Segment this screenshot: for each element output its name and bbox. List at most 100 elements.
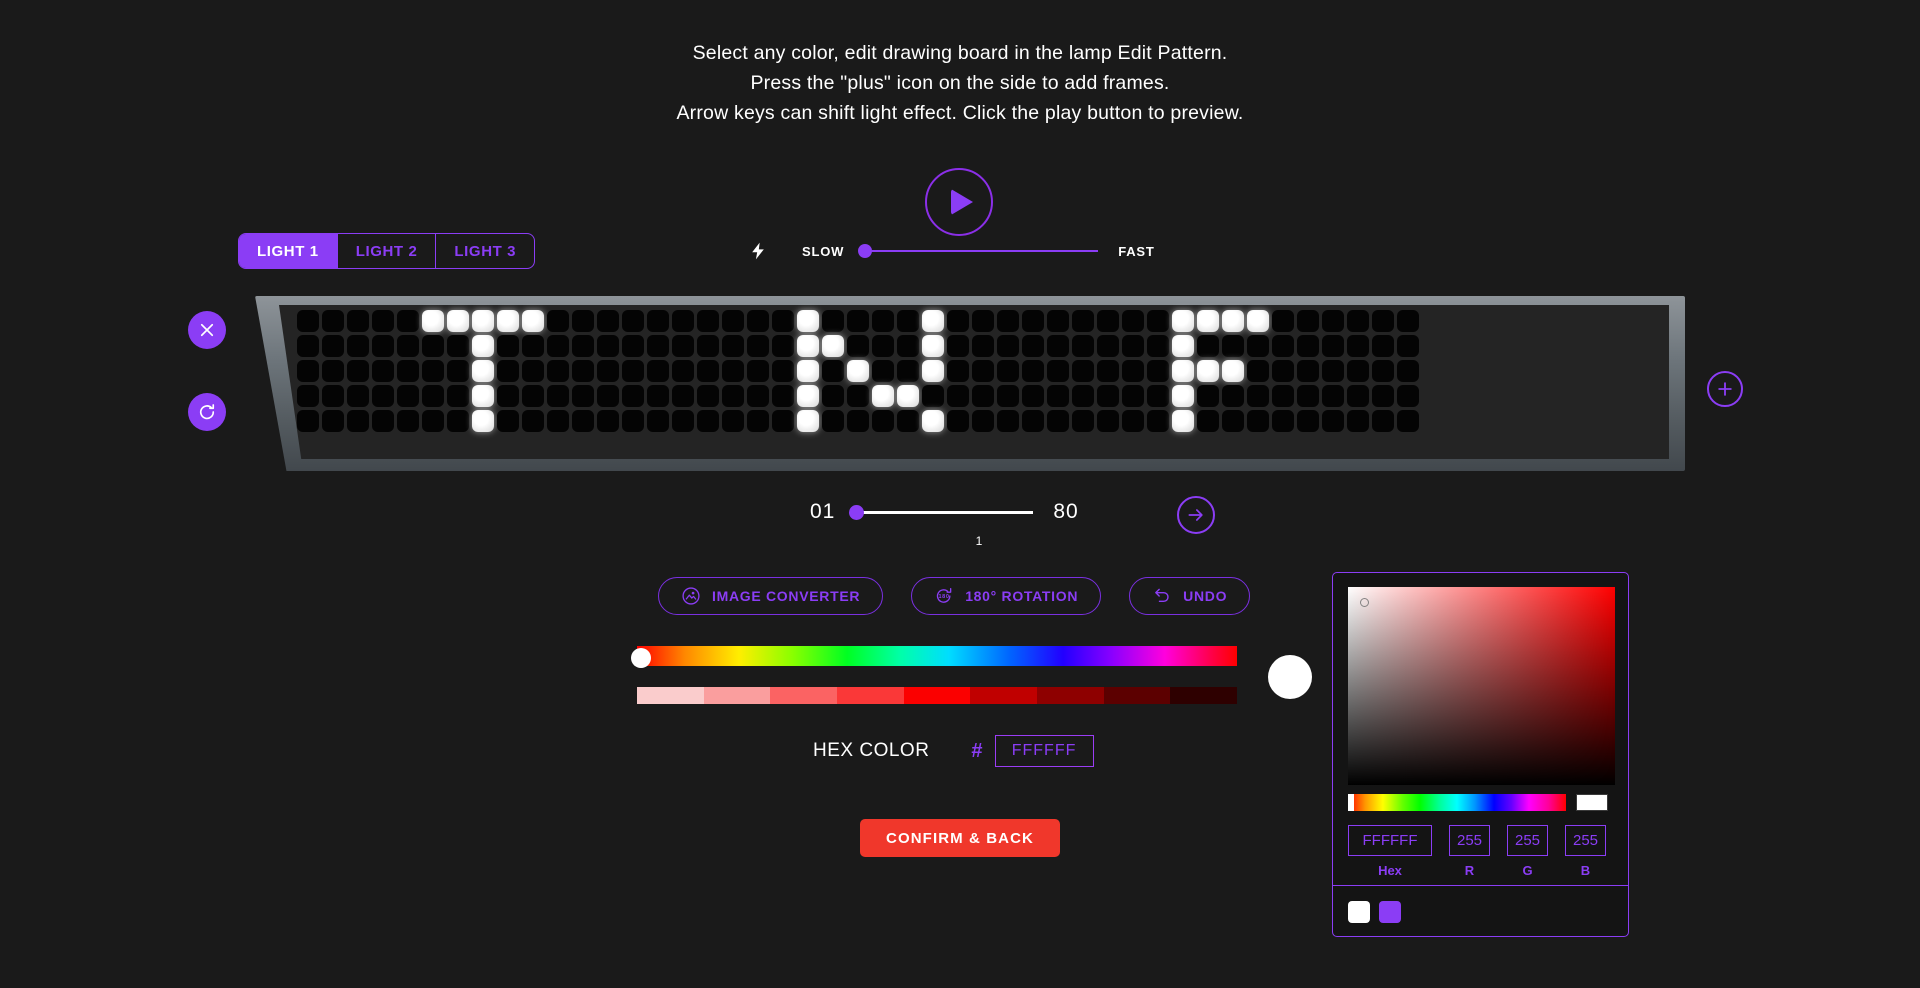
led-cell[interactable] — [1347, 410, 1369, 432]
led-cell[interactable] — [872, 335, 894, 357]
led-cell[interactable] — [397, 310, 419, 332]
led-cell[interactable] — [1197, 410, 1219, 432]
speed-slider-track[interactable] — [858, 244, 1099, 258]
led-cell[interactable] — [1172, 335, 1194, 357]
play-button[interactable] — [925, 168, 993, 236]
led-cell[interactable] — [572, 360, 594, 382]
led-cell[interactable] — [1297, 360, 1319, 382]
led-cell[interactable] — [472, 310, 494, 332]
led-cell[interactable] — [772, 310, 794, 332]
led-cell[interactable] — [897, 360, 919, 382]
led-cell[interactable] — [972, 410, 994, 432]
led-cell[interactable] — [422, 385, 444, 407]
rotation-180-button[interactable]: 180 180° ROTATION — [911, 577, 1102, 615]
led-cell[interactable] — [472, 385, 494, 407]
led-cell[interactable] — [772, 410, 794, 432]
led-cell[interactable] — [997, 385, 1019, 407]
led-cell[interactable] — [322, 310, 344, 332]
led-cell[interactable] — [1147, 310, 1169, 332]
led-cell[interactable] — [522, 310, 544, 332]
led-cell[interactable] — [697, 310, 719, 332]
led-cell[interactable] — [622, 410, 644, 432]
led-cell[interactable] — [322, 410, 344, 432]
led-cell[interactable] — [1397, 335, 1419, 357]
led-cell[interactable] — [822, 360, 844, 382]
led-cell[interactable] — [1022, 410, 1044, 432]
led-cell[interactable] — [1197, 335, 1219, 357]
led-cell[interactable] — [747, 310, 769, 332]
led-cell[interactable] — [747, 360, 769, 382]
led-cell[interactable] — [947, 360, 969, 382]
led-cell[interactable] — [772, 360, 794, 382]
led-cell[interactable] — [1372, 385, 1394, 407]
led-cell[interactable] — [622, 360, 644, 382]
shade-swatch[interactable] — [1103, 687, 1171, 704]
picker-r-input[interactable] — [1449, 825, 1490, 856]
led-cell[interactable] — [422, 335, 444, 357]
led-cell[interactable] — [997, 310, 1019, 332]
led-cell[interactable] — [1297, 410, 1319, 432]
led-cell[interactable] — [572, 385, 594, 407]
led-cell[interactable] — [547, 385, 569, 407]
led-cell[interactable] — [547, 410, 569, 432]
led-cell[interactable] — [947, 335, 969, 357]
led-cell[interactable] — [522, 360, 544, 382]
led-cell[interactable] — [447, 335, 469, 357]
shade-swatch[interactable] — [770, 687, 838, 704]
picker-alpha-preview[interactable] — [1576, 794, 1608, 811]
led-cell[interactable] — [422, 360, 444, 382]
led-cell[interactable] — [397, 410, 419, 432]
led-cell[interactable] — [872, 385, 894, 407]
led-cell[interactable] — [1222, 310, 1244, 332]
led-cell[interactable] — [397, 360, 419, 382]
led-cell[interactable] — [1047, 310, 1069, 332]
led-cell[interactable] — [722, 410, 744, 432]
led-cell[interactable] — [1072, 410, 1094, 432]
led-cell[interactable] — [972, 360, 994, 382]
led-cell[interactable] — [497, 310, 519, 332]
led-cell[interactable] — [372, 310, 394, 332]
led-cell[interactable] — [1122, 410, 1144, 432]
led-cell[interactable] — [1372, 335, 1394, 357]
led-cell[interactable] — [1322, 410, 1344, 432]
led-cell[interactable] — [422, 410, 444, 432]
led-cell[interactable] — [1047, 360, 1069, 382]
led-cell[interactable] — [722, 360, 744, 382]
led-cell[interactable] — [597, 310, 619, 332]
led-cell[interactable] — [297, 360, 319, 382]
led-cell[interactable] — [722, 335, 744, 357]
shade-swatch[interactable] — [837, 687, 904, 704]
led-cell[interactable] — [822, 410, 844, 432]
led-cell[interactable] — [1047, 410, 1069, 432]
led-cell[interactable] — [597, 410, 619, 432]
led-cell[interactable] — [497, 385, 519, 407]
led-cell[interactable] — [772, 335, 794, 357]
led-cell[interactable] — [672, 385, 694, 407]
led-cell[interactable] — [1297, 385, 1319, 407]
led-cell[interactable] — [1397, 360, 1419, 382]
led-cell[interactable] — [1272, 360, 1294, 382]
hue-slider-handle[interactable] — [631, 648, 651, 668]
led-cell[interactable] — [1147, 335, 1169, 357]
led-cell[interactable] — [347, 360, 369, 382]
led-cell[interactable] — [497, 410, 519, 432]
led-cell[interactable] — [847, 410, 869, 432]
led-cell[interactable] — [447, 310, 469, 332]
picker-b-input[interactable] — [1565, 825, 1606, 856]
led-cell[interactable] — [297, 335, 319, 357]
frame-slider-knob[interactable] — [849, 504, 865, 520]
led-cell[interactable] — [797, 410, 819, 432]
led-cell[interactable] — [872, 360, 894, 382]
led-cell[interactable] — [822, 310, 844, 332]
led-cell[interactable] — [1347, 310, 1369, 332]
led-cell[interactable] — [497, 335, 519, 357]
led-cell[interactable] — [1222, 335, 1244, 357]
led-cell[interactable] — [797, 335, 819, 357]
saturation-value-area[interactable] — [1348, 587, 1615, 785]
led-cell[interactable] — [1122, 385, 1144, 407]
led-cell[interactable] — [1397, 310, 1419, 332]
led-cell[interactable] — [1047, 385, 1069, 407]
led-cell[interactable] — [397, 385, 419, 407]
shade-swatch-row[interactable] — [637, 687, 1238, 704]
led-cell[interactable] — [1197, 310, 1219, 332]
